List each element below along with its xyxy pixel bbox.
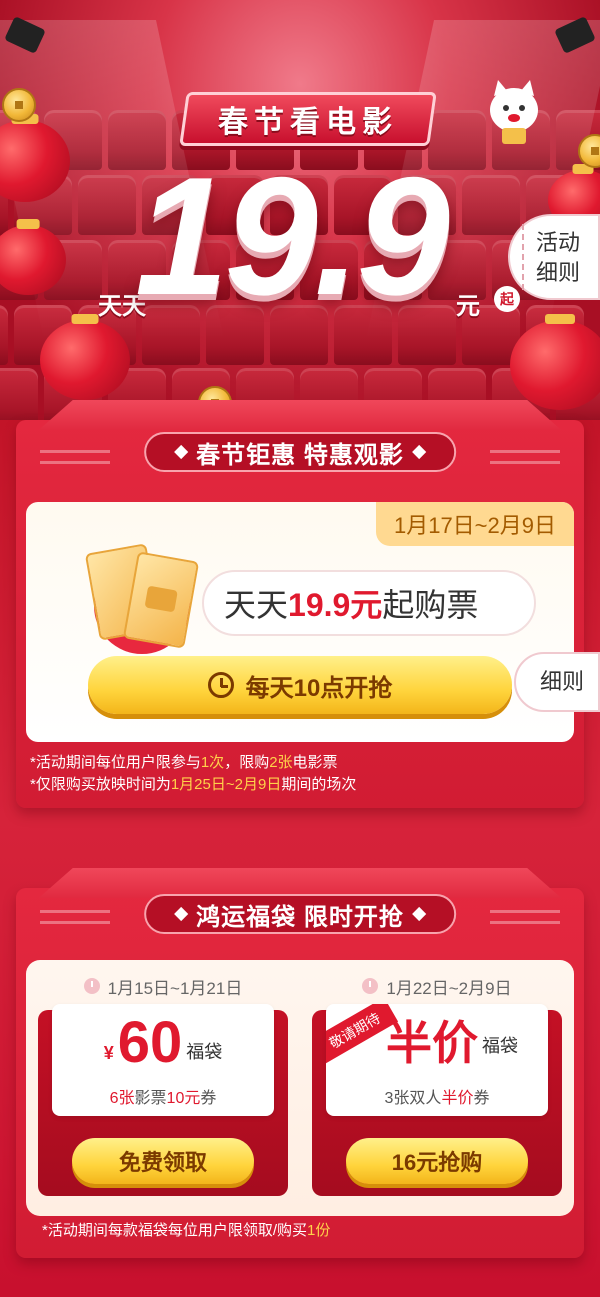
spotlight-left-icon bbox=[0, 0, 225, 340]
buy-text-price: 19.9元 bbox=[288, 587, 383, 623]
bag1-date-row: 1月15日~1月21日 bbox=[34, 974, 292, 998]
offer-date-tag: 1月17日~2月9日 bbox=[375, 502, 574, 546]
note-line-1: *活动期间每位用户限参与1次，限购2张电影票 bbox=[30, 754, 338, 771]
hero-qi-badge: 起 bbox=[494, 286, 520, 312]
half-price-buy-button[interactable]: 16元抢购 bbox=[346, 1138, 528, 1184]
section2-title: 鸿运福袋 限时开抢 bbox=[196, 903, 404, 931]
lantern-icon bbox=[510, 320, 600, 410]
activity-rules-side-button[interactable]: 细则 bbox=[514, 652, 600, 712]
note-line-2: *仅限购买放映时间为1月25日~2月9日期间的场次 bbox=[30, 776, 357, 793]
hero-banner: 春节看电影 天天 19.9 元 起 活动 细则 bbox=[0, 0, 600, 420]
bag1-date: 1月15日~1月21日 bbox=[107, 978, 243, 998]
bag1-value: 60 bbox=[117, 1010, 183, 1075]
lucky-bag-free: 1月15日~1月21日 ¥ 60 福袋 6张影票10元券 免费领取 bbox=[34, 974, 292, 1204]
section2-note: *活动期间每款福袋每位用户限领取/购买1份 bbox=[42, 1222, 331, 1239]
cat-mascot-icon bbox=[490, 80, 538, 144]
coin-icon bbox=[2, 88, 36, 122]
rules-side-label: 细则 bbox=[540, 669, 585, 694]
bag1-unit: 福袋 bbox=[186, 1042, 223, 1062]
bag2-date: 1月22日~2月9日 bbox=[386, 978, 512, 998]
bag2-box: 敬请期待 半价 福袋 3张双人半价券 16元抢购 bbox=[312, 1004, 562, 1196]
hero-price-number: 19.9 bbox=[135, 142, 450, 330]
lantern-icon bbox=[40, 320, 130, 400]
section2-header: 鸿运福袋 限时开抢 bbox=[144, 894, 456, 934]
ticket-offer-card: 1月17日~2月9日 天天 19.9元 起购票 每天10点开抢 bbox=[26, 502, 574, 742]
bag2-amount: 半价 福袋 bbox=[356, 1014, 548, 1066]
lucky-bag-card: 1月15日~1月21日 ¥ 60 福袋 6张影票10元券 免费领取 1月22日~… bbox=[26, 960, 574, 1216]
grab-button-label: 每天10点开抢 bbox=[245, 674, 393, 702]
rules-label-line1: 活动 bbox=[536, 230, 581, 255]
alarm-clock-icon bbox=[207, 672, 234, 698]
clock-icon bbox=[362, 978, 379, 994]
page: 春节看电影 天天 19.9 元 起 活动 细则 春节钜惠 特惠观影 1月17日~… bbox=[0, 0, 600, 1297]
hero-title: 春节看电影 bbox=[218, 106, 398, 139]
buy-ticket-text: 天天 19.9元 起购票 bbox=[202, 570, 536, 636]
hero-price: 19.9 bbox=[135, 142, 450, 330]
bag1-face: ¥ 60 福袋 6张影票10元券 bbox=[52, 1004, 274, 1116]
bag1-desc: 6张影票10元券 bbox=[109, 1090, 217, 1107]
lucky-bag-halfprice: 1月22日~2月9日 敬请期待 半价 福袋 3张双人半价券 16元抢购 bbox=[308, 974, 566, 1204]
free-claim-button[interactable]: 免费领取 bbox=[72, 1138, 254, 1184]
clock-icon bbox=[83, 978, 100, 994]
section1-title: 春节钜惠 特惠观影 bbox=[196, 441, 404, 469]
bag2-desc: 3张双人半价券 bbox=[384, 1090, 490, 1107]
currency-symbol: ¥ bbox=[103, 1043, 114, 1063]
buy-text-prefix: 天天 bbox=[224, 587, 289, 623]
hero-title-banner: 春节看电影 bbox=[179, 92, 437, 146]
rules-label-line2: 细则 bbox=[536, 260, 581, 285]
bag2-unit: 福袋 bbox=[482, 1036, 518, 1056]
section-special-tickets: 春节钜惠 特惠观影 1月17日~2月9日 天天 19.9元 起购票 每天10点开… bbox=[16, 400, 584, 808]
movie-ticket-icon bbox=[84, 542, 206, 654]
bag1-amount: ¥ 60 福袋 bbox=[52, 1014, 274, 1072]
bag2-date-row: 1月22日~2月9日 bbox=[308, 974, 566, 998]
section-lucky-bags: 鸿运福袋 限时开抢 1月15日~1月21日 ¥ 60 福袋 6张影票10元券 免… bbox=[16, 868, 584, 1258]
spotlight-right-icon bbox=[365, 0, 600, 340]
bag2-face: 敬请期待 半价 福袋 3张双人半价券 bbox=[326, 1004, 548, 1116]
activity-rules-button[interactable]: 活动 细则 bbox=[508, 214, 600, 300]
bag1-box: ¥ 60 福袋 6张影票10元券 免费领取 bbox=[38, 1004, 288, 1196]
buy-text-suffix: 起购票 bbox=[382, 587, 479, 623]
section1-header: 春节钜惠 特惠观影 bbox=[144, 432, 456, 472]
bag2-value: 半价 bbox=[386, 1017, 478, 1069]
daily-grab-button[interactable]: 每天10点开抢 bbox=[88, 656, 512, 714]
hero-unit: 元 bbox=[456, 293, 480, 320]
section1-notes: *活动期间每位用户限参与1次，限购2张电影票 *仅限购买放映时间为1月25日~2… bbox=[30, 752, 356, 796]
